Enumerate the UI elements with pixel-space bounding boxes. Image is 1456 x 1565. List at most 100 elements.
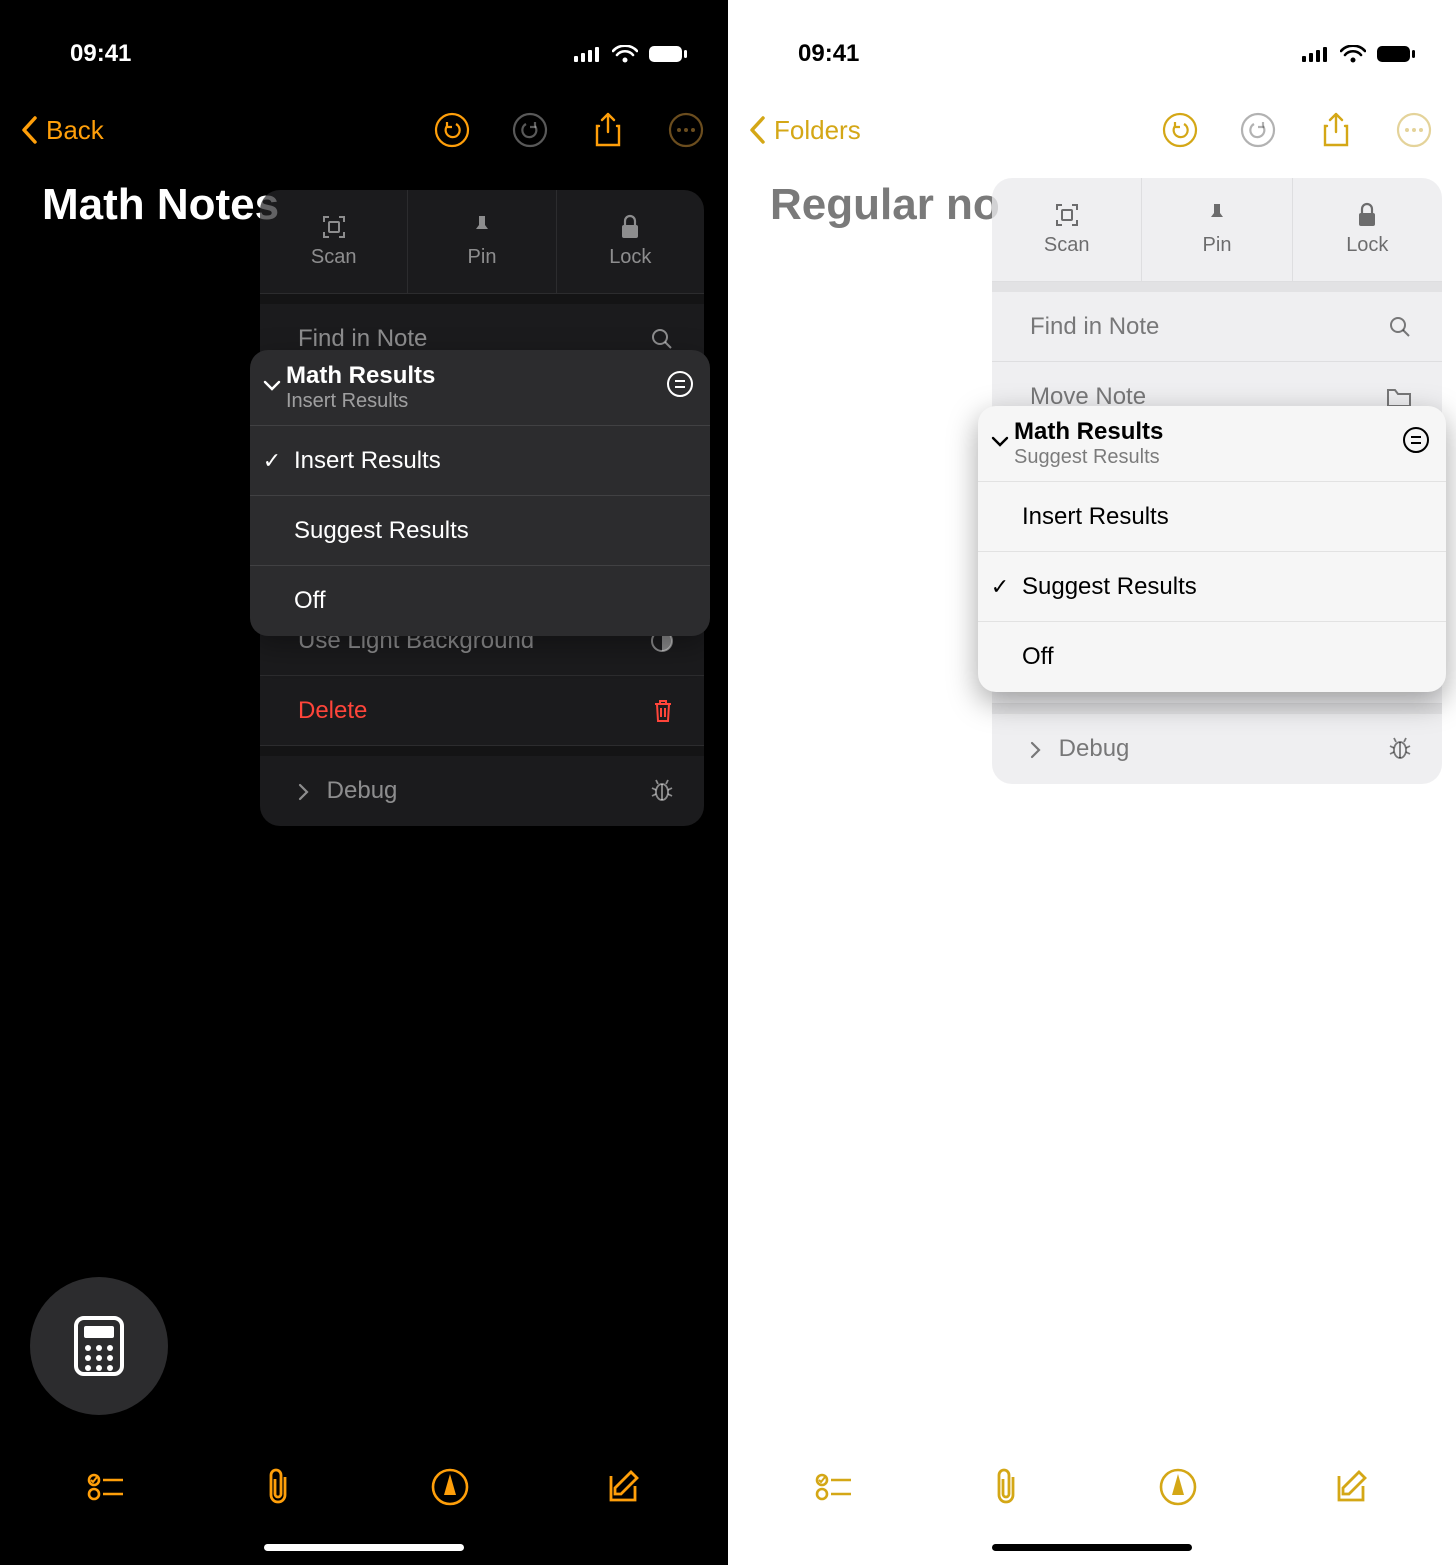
wifi-icon [1340,45,1366,63]
wifi-icon [612,45,638,63]
submenu-subtitle: Insert Results [286,390,650,413]
bottom-toolbar [728,1447,1456,1527]
battery-icon [1376,45,1416,63]
attachment-button[interactable] [976,1457,1036,1517]
folder-icon [1386,386,1412,408]
status-time: 09:41 [70,40,131,68]
pin-button[interactable]: Pin [1142,178,1292,281]
find-in-note-row[interactable]: Find in Note [992,292,1442,362]
compose-button[interactable] [592,1457,652,1517]
chevron-down-icon [978,435,1014,453]
scan-button[interactable]: Scan [992,178,1142,281]
option-insert-results[interactable]: ✓ Insert Results [250,426,710,496]
gap [260,746,704,756]
share-button[interactable] [588,110,628,150]
back-button[interactable]: Back [20,115,104,146]
battery-icon [648,45,688,63]
redo-button[interactable] [510,110,550,150]
checklist-button[interactable] [76,1457,136,1517]
search-icon [650,327,674,351]
nav-icons [1160,110,1434,150]
home-indicator [992,1544,1192,1551]
submenu-header[interactable]: Math Results Suggest Results [978,406,1446,482]
debug-row[interactable]: Debug [260,756,704,826]
compose-button[interactable] [1320,1457,1380,1517]
back-label: Folders [774,115,861,146]
debug-row[interactable]: Debug [992,714,1442,784]
attachment-button[interactable] [248,1457,308,1517]
option-off[interactable]: Off [978,622,1446,692]
pin-icon [1207,202,1227,228]
calculator-button[interactable] [30,1277,168,1415]
equals-badge-icon [1386,427,1446,460]
pin-label: Pin [468,246,497,269]
undo-button[interactable] [1160,110,1200,150]
lock-label: Lock [609,246,651,269]
gap [992,704,1442,714]
delete-label: Delete [298,697,367,725]
scan-button[interactable]: Scan [260,190,408,293]
status-time: 09:41 [798,40,859,68]
redo-button[interactable] [1238,110,1278,150]
lock-label: Lock [1346,234,1388,257]
gap [260,294,704,304]
light-mode-pane: 09:41 Folders [728,0,1456,1565]
home-indicator [264,1544,464,1551]
nav-bar: Folders [728,80,1456,170]
dark-mode-pane: 09:41 Back [0,0,728,1565]
chevron-down-icon [250,379,286,397]
undo-button[interactable] [432,110,472,150]
gap [992,282,1442,292]
pin-icon [472,214,492,240]
back-label: Back [46,115,104,146]
back-button[interactable]: Folders [748,115,861,146]
option-suggest-results[interactable]: Suggest Results [250,496,710,566]
submenu-header[interactable]: Math Results Insert Results [250,350,710,426]
cellular-icon [1302,46,1330,62]
pin-label: Pin [1203,234,1232,257]
nav-bar: Back [0,80,728,170]
checkmark-icon: ✓ [250,448,294,474]
calculator-icon [74,1316,124,1376]
checkmark-icon: ✓ [978,574,1022,600]
delete-row[interactable]: Delete [260,676,704,746]
submenu-subtitle: Suggest Results [1014,446,1386,469]
equals-badge-icon [650,371,710,404]
markup-button[interactable] [420,1457,480,1517]
chevron-left-icon [20,115,40,145]
lock-button[interactable]: Lock [1293,178,1442,281]
status-bar: 09:41 [0,0,728,80]
option-insert-results[interactable]: Insert Results [978,482,1446,552]
nav-icons [432,110,706,150]
more-button[interactable] [1394,110,1434,150]
lock-icon [619,214,641,240]
chevron-right-icon [298,783,310,801]
pin-button[interactable]: Pin [408,190,556,293]
status-right [1302,45,1416,63]
share-button[interactable] [1316,110,1356,150]
checklist-button[interactable] [804,1457,864,1517]
debug-label: Debug [298,777,397,805]
submenu-title: Math Results [286,362,650,390]
markup-button[interactable] [1148,1457,1208,1517]
scan-label: Scan [1044,234,1090,257]
option-suggest-results[interactable]: ✓ Suggest Results [978,552,1446,622]
bug-icon [650,778,674,804]
math-results-submenu: Math Results Insert Results ✓ Insert Res… [250,350,710,636]
lock-button[interactable]: Lock [557,190,704,293]
find-label: Find in Note [298,325,427,353]
chevron-left-icon [748,115,768,145]
chevron-right-icon [1030,741,1042,759]
option-off[interactable]: Off [250,566,710,636]
status-right [574,45,688,63]
scan-label: Scan [311,246,357,269]
find-label: Find in Note [1030,313,1159,341]
debug-label: Debug [1030,735,1129,763]
bottom-toolbar [0,1447,728,1527]
top-actions-row: Scan Pin Lock [260,190,704,294]
more-button[interactable] [666,110,706,150]
math-results-submenu: Math Results Suggest Results Insert Resu… [978,406,1446,692]
status-bar: 09:41 [728,0,1456,80]
bug-icon [1388,736,1412,762]
scan-icon [321,214,347,240]
